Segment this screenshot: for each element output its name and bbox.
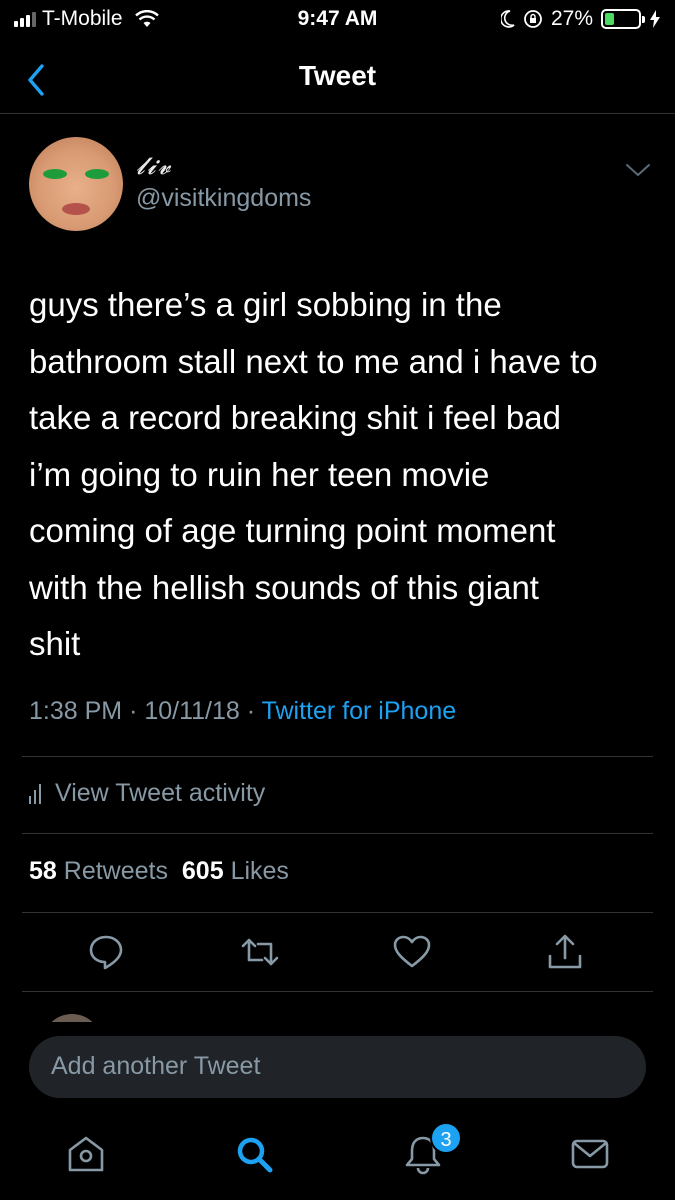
like-button[interactable]: [392, 932, 432, 972]
meta-separator: ·: [246, 697, 256, 725]
tweet-source-link[interactable]: Twitter for iPhone: [262, 697, 457, 725]
tab-home[interactable]: [64, 1132, 108, 1176]
tweet-options-button[interactable]: [623, 158, 653, 182]
display-name[interactable]: 𝓵𝓲𝓿: [136, 152, 173, 180]
add-tweet-input[interactable]: [51, 1052, 611, 1081]
chevron-down-icon: [626, 164, 650, 176]
heart-icon: [393, 935, 431, 968]
retweets-count: 58: [29, 857, 57, 885]
reply-icon: [89, 935, 123, 970]
likes-label: Likes: [230, 857, 289, 885]
share-button[interactable]: [545, 932, 585, 972]
search-icon: [237, 1137, 273, 1173]
tab-bar: [0, 1120, 675, 1200]
retweets-label: Retweets: [63, 857, 168, 885]
engagement-counts: 58 Retweets 605 Likes: [29, 857, 289, 886]
home-icon: [68, 1136, 104, 1172]
status-right: 27%: [500, 7, 661, 31]
battery-fill: [605, 13, 614, 25]
tweet-time: 1:38 PM: [29, 697, 123, 725]
reply-peek[interactable]: [22, 1012, 653, 1022]
moon-icon: [500, 10, 515, 28]
likes-count: 605: [181, 857, 224, 885]
notifications-badge: 3: [430, 1122, 462, 1154]
divider: [22, 756, 653, 757]
battery-percent: 27%: [550, 7, 593, 30]
meta-separator: ·: [129, 697, 138, 725]
tab-search[interactable]: [232, 1132, 276, 1176]
status-bar: T-Mobile 9:47 AM 27%: [0, 0, 675, 40]
tab-messages[interactable]: [568, 1132, 612, 1176]
share-icon: [548, 934, 582, 969]
compose-bar[interactable]: [29, 1036, 646, 1098]
charging-bolt-icon: [650, 10, 660, 28]
nav-header: Tweet: [0, 46, 675, 114]
retweets-link[interactable]: 58 Retweets: [29, 857, 168, 885]
reply-button[interactable]: [86, 932, 126, 972]
retweet-icon: [241, 938, 279, 966]
avatar[interactable]: [29, 137, 123, 231]
view-tweet-activity-button[interactable]: View Tweet activity: [29, 779, 265, 808]
activity-label: View Tweet activity: [55, 779, 266, 807]
messages-icon: [571, 1139, 609, 1169]
divider: [22, 991, 653, 992]
likes-link[interactable]: 605 Likes: [182, 857, 289, 885]
battery-icon: [601, 9, 645, 29]
user-handle[interactable]: @visitkingdoms: [136, 184, 311, 213]
reply-avatar: [42, 1014, 102, 1022]
tweet-text: guys there’s a girl sobbing in the bathr…: [29, 286, 598, 662]
tweet-actions: [0, 932, 675, 972]
tweet-date: 10/11/18: [144, 697, 240, 725]
analytics-icon: [29, 783, 41, 804]
divider: [22, 912, 653, 913]
tweet-meta: 1:38 PM · 10/11/18 · Twitter for iPhone: [29, 697, 456, 726]
retweet-button[interactable]: [240, 932, 280, 972]
page-title: Tweet: [298, 60, 377, 91]
divider: [22, 833, 653, 834]
orientation-lock-icon: [524, 10, 542, 28]
